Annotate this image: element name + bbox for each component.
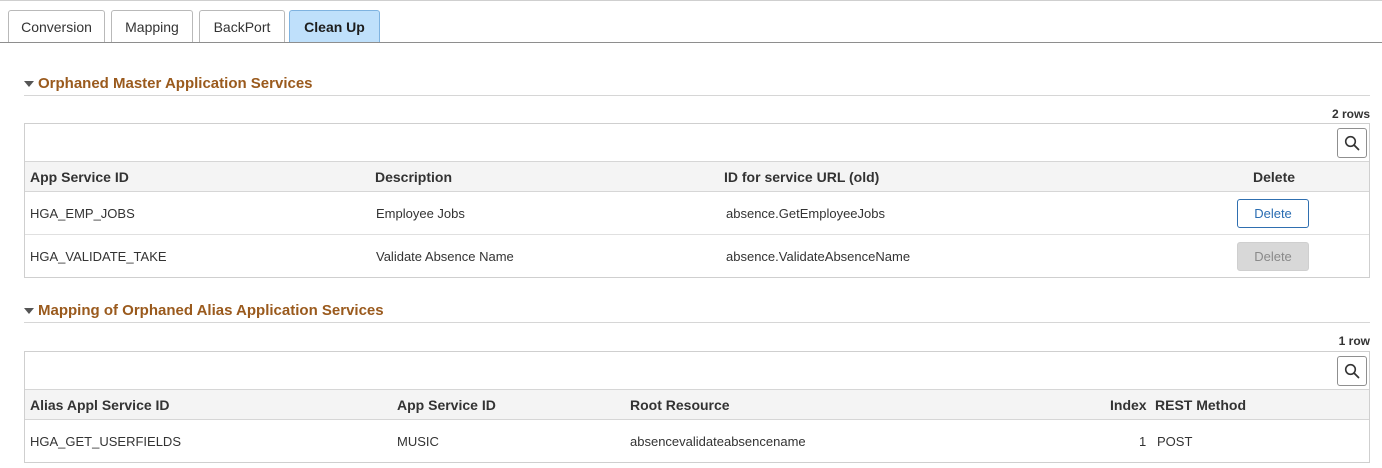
delete-button[interactable]: Delete <box>1237 198 1309 228</box>
col-app-service-id: App Service ID <box>397 396 496 413</box>
top-border <box>0 0 1382 1</box>
table-row: HGA_GET_USERFIELDS MUSIC absencevalidate… <box>25 420 1369 462</box>
orphaned-alias-grid: Alias Appl Service ID App Service ID Roo… <box>24 351 1370 463</box>
description-cell: Validate Absence Name <box>376 248 514 264</box>
description-cell: Employee Jobs <box>376 205 465 221</box>
section-title: Orphaned Master Application Services <box>38 75 313 92</box>
rest-method-cell: POST <box>1157 433 1193 449</box>
col-service-url: ID for service URL (old) <box>724 168 880 185</box>
section-orphaned-alias-toggle[interactable]: Mapping of Orphaned Alias Application Se… <box>24 302 384 319</box>
magnifier-icon <box>1344 363 1360 379</box>
delete-button-disabled: Delete <box>1237 241 1309 271</box>
grid-header-row: App Service ID Description ID for servic… <box>25 162 1369 192</box>
root-resource-cell: absencevalidateabsencename <box>630 433 806 449</box>
col-description: Description <box>375 168 453 185</box>
service-url-cell: absence.ValidateAbsenceName <box>726 248 911 264</box>
row-count: 2 rows <box>1331 107 1370 121</box>
grid-toolbar <box>25 124 1369 162</box>
index-cell: 1 <box>1139 433 1147 449</box>
collapse-caret-icon <box>24 307 34 314</box>
col-rest-method: REST Method <box>1155 396 1246 413</box>
grid-search-button[interactable] <box>1337 356 1367 386</box>
col-app-service-id: App Service ID <box>30 168 129 185</box>
tab-conversion[interactable]: Conversion <box>8 10 105 43</box>
app-service-id-cell: HGA_VALIDATE_TAKE <box>30 248 167 264</box>
grid-toolbar <box>25 352 1369 390</box>
section-divider <box>24 95 1370 96</box>
section-divider <box>24 322 1370 323</box>
row-count: 1 row <box>1338 334 1370 348</box>
table-row: HGA_VALIDATE_TAKE Validate Absence Name … <box>25 235 1369 277</box>
col-index: Index <box>1110 396 1147 413</box>
alias-id-cell: HGA_GET_USERFIELDS <box>30 433 181 449</box>
app-service-id-cell: HGA_EMP_JOBS <box>30 205 135 221</box>
col-root-resource: Root Resource <box>630 396 730 413</box>
tab-mapping[interactable]: Mapping <box>111 10 193 43</box>
service-url-cell: absence.GetEmployeeJobs <box>726 205 885 221</box>
collapse-caret-icon <box>24 80 34 87</box>
col-alias-id: Alias Appl Service ID <box>30 396 170 413</box>
section-orphaned-master-toggle[interactable]: Orphaned Master Application Services <box>24 75 313 92</box>
tab-backport[interactable]: BackPort <box>199 10 285 43</box>
grid-header-row: Alias Appl Service ID App Service ID Roo… <box>25 390 1369 420</box>
app-service-id-cell: MUSIC <box>397 433 439 449</box>
grid-search-button[interactable] <box>1337 128 1367 158</box>
tab-divider <box>0 42 1382 43</box>
col-delete: Delete <box>1253 168 1296 185</box>
orphaned-master-grid: App Service ID Description ID for servic… <box>24 123 1370 278</box>
table-row: HGA_EMP_JOBS Employee Jobs absence.GetEm… <box>25 192 1369 235</box>
magnifier-icon <box>1344 135 1360 151</box>
tab-clean-up[interactable]: Clean Up <box>289 10 380 43</box>
section-title: Mapping of Orphaned Alias Application Se… <box>38 302 384 319</box>
